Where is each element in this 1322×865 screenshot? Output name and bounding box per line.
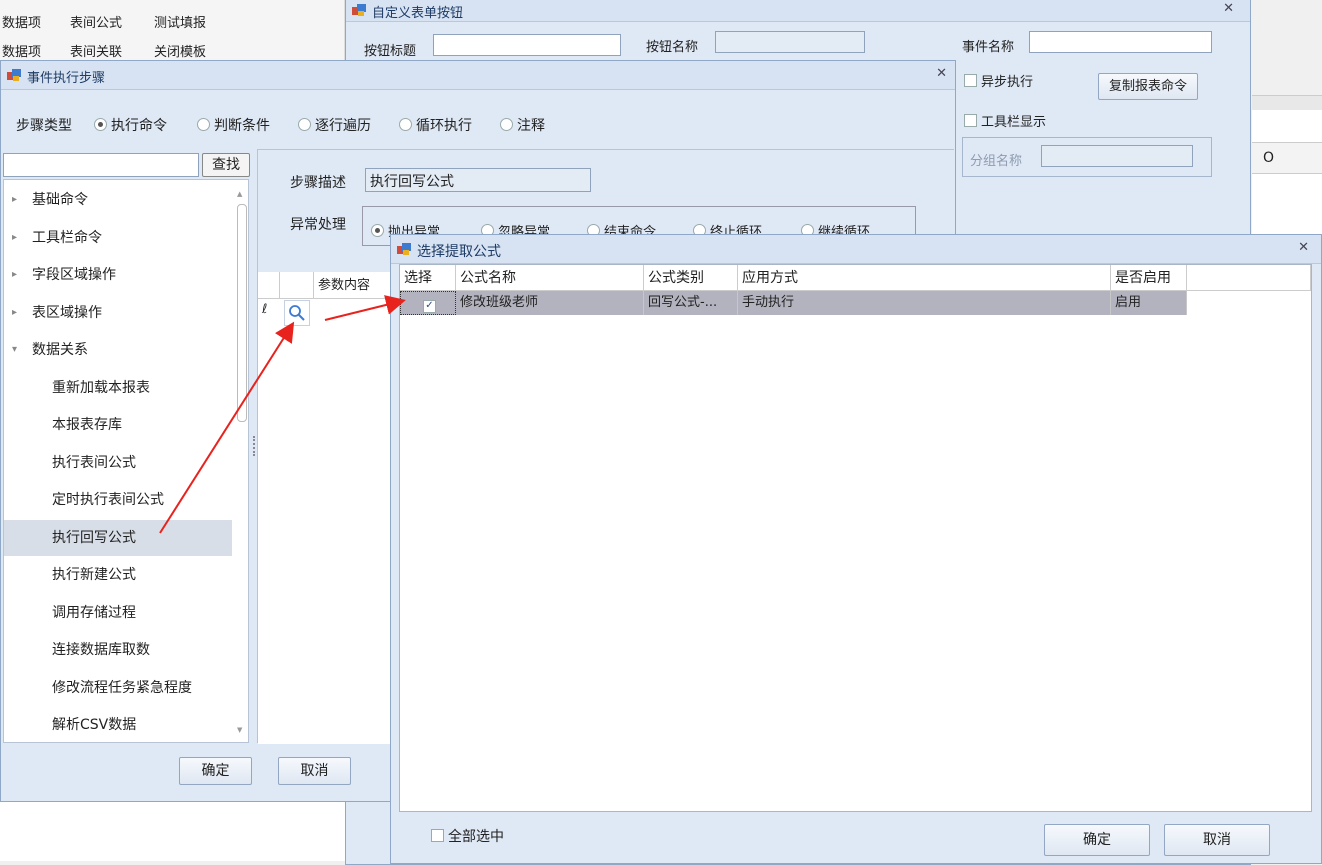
arrow-search-to-row xyxy=(324,295,406,321)
annotation-arrows xyxy=(159,295,406,534)
arrow-tree-to-search xyxy=(159,321,295,534)
